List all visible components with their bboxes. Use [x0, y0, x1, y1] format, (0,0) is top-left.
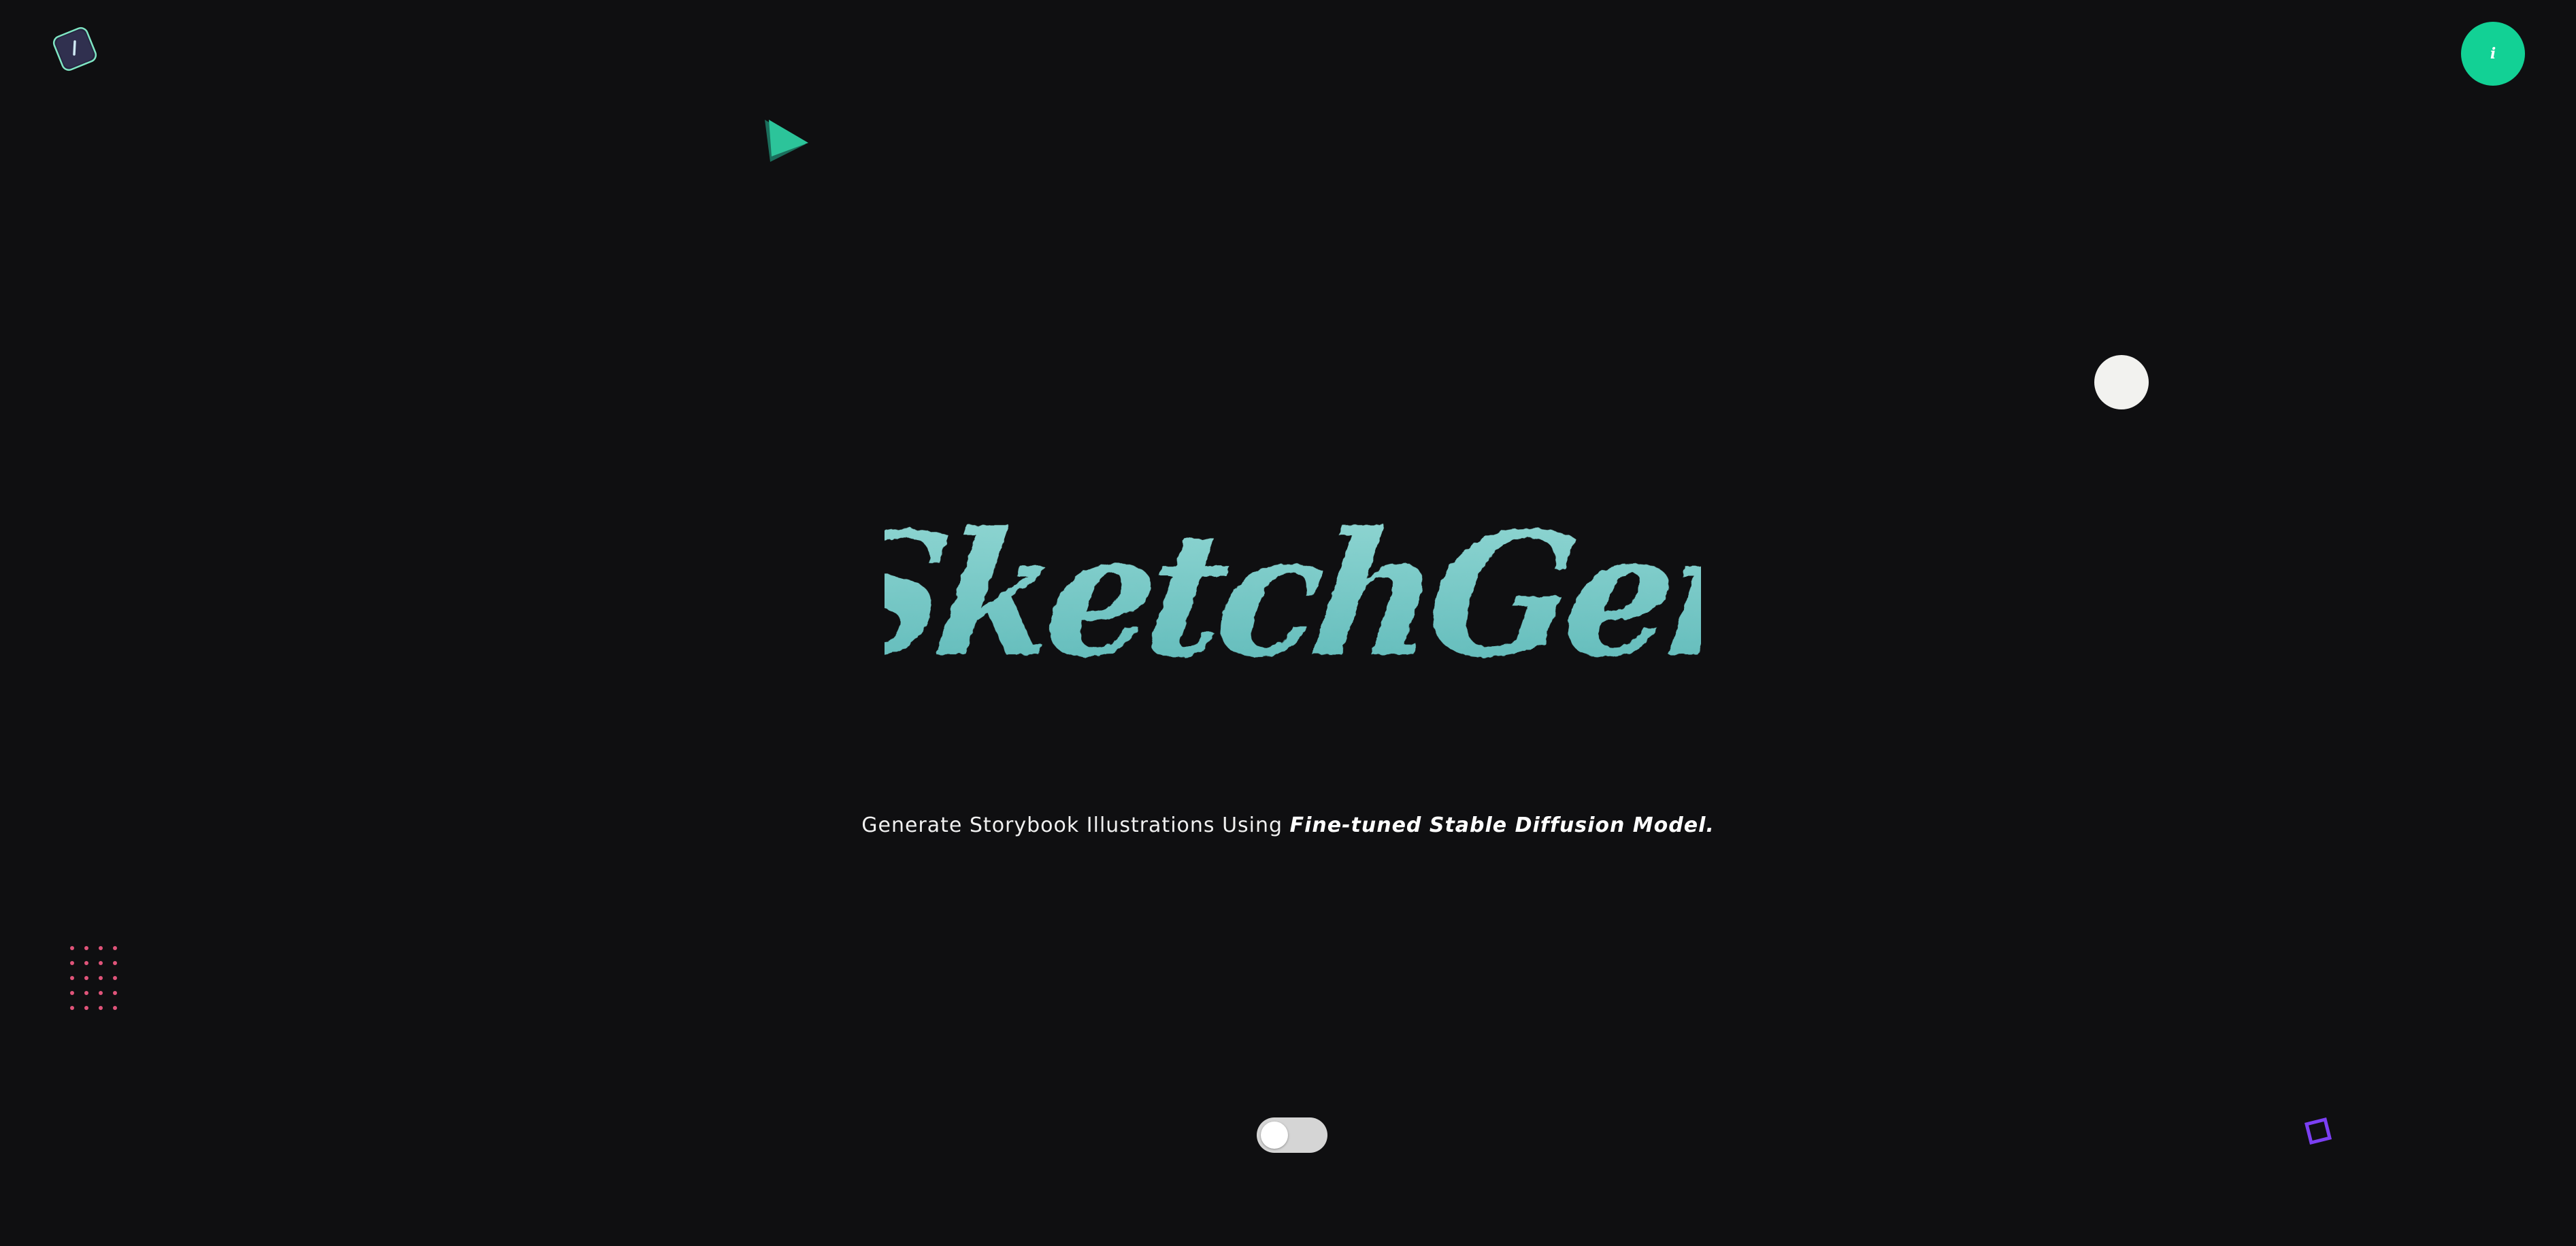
- toggle-knob: [1261, 1122, 1288, 1149]
- square-outline-icon: [2304, 1117, 2332, 1145]
- title-text: SketchGen: [885, 495, 1701, 695]
- subtitle-text: Generate Storybook Illustrations Using: [861, 813, 1290, 837]
- triangle-shape-icon: [761, 120, 810, 165]
- info-button[interactable]: i: [2461, 22, 2525, 86]
- subtitle-emphasis: Fine-tuned Stable Diffusion Model.: [1289, 813, 1715, 837]
- decorative-circle: [2094, 355, 2149, 409]
- logo-icon[interactable]: [49, 23, 101, 75]
- landing-page: i SketchGen Generate Storybook Illustrat…: [0, 0, 2576, 1246]
- info-icon: i: [2490, 45, 2496, 63]
- page-title: SketchGen: [885, 495, 1701, 695]
- dot-grid-decoration: [70, 946, 117, 1010]
- page-subtitle: Generate Storybook Illustrations Using F…: [0, 813, 2576, 837]
- theme-toggle[interactable]: [1257, 1117, 1327, 1153]
